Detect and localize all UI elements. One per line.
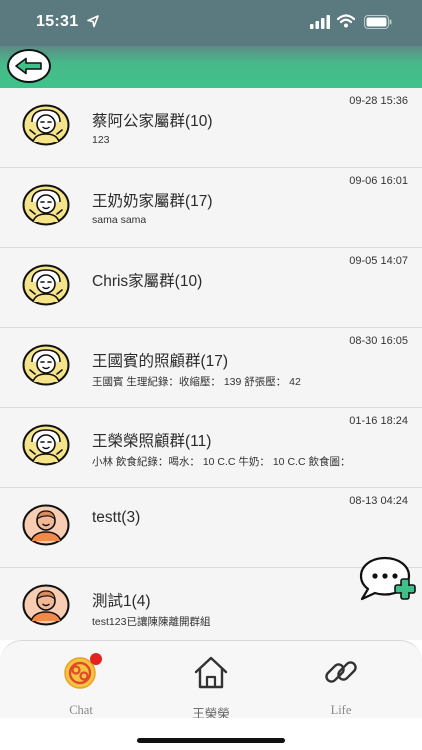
- chat-time: 08-13 04:24: [349, 495, 408, 507]
- cellular-signal-icon: [310, 15, 330, 29]
- link-icon: [325, 661, 357, 683]
- status-time: 15:31: [36, 13, 79, 30]
- chat-unread-badge: [90, 653, 102, 665]
- elder-avatar-icon: [22, 104, 70, 146]
- back-arrow-icon: [15, 57, 42, 75]
- tab-life-label: Life: [330, 703, 352, 717]
- tab-life[interactable]: Life: [291, 651, 391, 717]
- tab-chat-label: Chat: [69, 703, 93, 717]
- chat-time: 08-30 16:05: [349, 335, 408, 347]
- chat-preview: 小林 飲食紀錄：喝水： 10 C.C 牛奶： 10 C.C 飲食圖：: [92, 456, 351, 468]
- chat-time: 09-28 15:36: [349, 95, 408, 107]
- home-indicator[interactable]: [137, 738, 285, 743]
- chat-preview: sama sama: [92, 214, 147, 226]
- bottom-tab-bar: Chat 王榮榮 Life: [0, 640, 422, 721]
- person-avatar-icon: [22, 584, 70, 626]
- chat-preview: 王國賓 生理紀錄：收縮壓： 139 舒張壓： 42: [92, 376, 301, 388]
- tab-home[interactable]: 王榮榮: [161, 651, 261, 721]
- chat-time: 01-16 18:24: [349, 415, 408, 427]
- chat-preview: test123已讓陳陳離開群組: [92, 616, 211, 628]
- tab-chat[interactable]: Chat: [31, 651, 131, 717]
- chat-list-item[interactable]: 蔡阿公家屬群(10) 123 09-28 15:36: [0, 88, 422, 168]
- back-button[interactable]: [7, 49, 51, 83]
- chat-name: 王奶奶家屬群(17): [92, 193, 213, 210]
- chat-name: 蔡阿公家屬群(10): [92, 113, 213, 130]
- chat-time: 09-06 16:01: [349, 175, 408, 187]
- elder-avatar-icon: [22, 184, 70, 226]
- chat-name: 王國賓的照顧群(17): [92, 353, 229, 370]
- location-arrow-icon: [87, 15, 99, 28]
- new-chat-button[interactable]: [357, 555, 417, 605]
- chat-list-item[interactable]: 王榮榮照顧群(11) 小林 飲食紀錄：喝水： 10 C.C 牛奶： 10 C.C …: [0, 408, 422, 488]
- status-bar: 15:31: [0, 0, 422, 46]
- home-indicator-area: [0, 718, 422, 750]
- chat-name: 測試1(4): [92, 593, 151, 610]
- chat-time: 09-05 14:07: [349, 255, 408, 267]
- chat-name: Chris家屬群(10): [92, 273, 203, 290]
- chat-name: 王榮榮照顧群(11): [92, 433, 212, 450]
- person-avatar-icon: [22, 504, 70, 546]
- chat-name: testt(3): [92, 509, 141, 526]
- battery-icon: [364, 15, 392, 29]
- home-icon: [194, 656, 228, 689]
- elder-avatar-icon: [22, 264, 70, 306]
- chat-list-item[interactable]: 王國賓的照顧群(17) 王國賓 生理紀錄：收縮壓： 139 舒張壓： 42 08-3…: [0, 328, 422, 408]
- new-chat-icon: [359, 556, 416, 601]
- chat-list-item[interactable]: 王奶奶家屬群(17) sama sama 09-06 16:01: [0, 168, 422, 248]
- wifi-icon: [337, 14, 355, 28]
- elder-avatar-icon: [22, 344, 70, 386]
- elder-avatar-icon: [22, 424, 70, 466]
- app-header: [0, 46, 422, 88]
- chat-list-item[interactable]: Chris家屬群(10) 09-05 14:07: [0, 248, 422, 328]
- chat-preview: 123: [92, 134, 110, 146]
